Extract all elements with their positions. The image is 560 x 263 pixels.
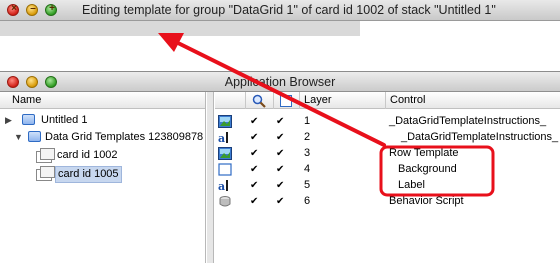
layer-number: 4 xyxy=(304,163,311,175)
controls-list-pane: Layer Control ✔ ✔ 1 _DataGridTemplateIns… xyxy=(215,92,560,263)
control-column-header[interactable]: Control xyxy=(385,92,560,109)
control-row[interactable]: a ✔ ✔ 5 Label xyxy=(215,178,560,193)
disclosure-expanded-icon[interactable]: ▼ xyxy=(14,130,23,145)
name-column-header[interactable]: Name xyxy=(0,92,205,109)
layer-number: 5 xyxy=(304,179,311,191)
close-button[interactable]: × xyxy=(7,3,19,16)
tree-item-label: Untitled 1 xyxy=(41,114,88,126)
visible-check[interactable]: ✔ xyxy=(250,146,258,161)
layer-number: 1 xyxy=(304,115,311,127)
selected-check[interactable]: ✔ xyxy=(276,130,284,145)
browser-title: Application Browser xyxy=(224,75,336,89)
card-icon xyxy=(36,148,55,163)
button-icon xyxy=(219,196,231,207)
tree-item-label: Data Grid Templates 123809878 xyxy=(45,131,204,143)
minimize-button[interactable]: – xyxy=(26,3,38,16)
pane-splitter[interactable] xyxy=(207,92,214,263)
svg-text:a: a xyxy=(218,180,225,192)
template-window-body xyxy=(0,21,360,36)
selected-check[interactable]: ✔ xyxy=(276,162,284,177)
image-icon xyxy=(218,115,232,128)
selected-check[interactable]: ✔ xyxy=(276,178,284,193)
field-icon: a xyxy=(218,180,228,192)
template-window-title: Editing template for group "DataGrid 1" … xyxy=(82,3,496,17)
controls-list-header: Layer Control xyxy=(215,92,560,109)
application-browser-window: Application Browser Name ▶ Untitled 1 ▼ … xyxy=(0,71,560,263)
layer-number: 6 xyxy=(304,195,311,207)
selected-check[interactable]: ✔ xyxy=(276,146,284,161)
control-row[interactable]: ✔ ✔ 1 _DataGridTemplateInstructions_ xyxy=(215,114,560,129)
stack-window-icon xyxy=(22,114,35,125)
control-name: Behavior Script xyxy=(389,195,464,207)
control-name: Label xyxy=(398,179,425,191)
tree-item-label: card id 1005 xyxy=(55,166,122,183)
selected-check[interactable]: ✔ xyxy=(276,194,284,209)
control-row[interactable]: ✔ ✔ 4 Background xyxy=(215,162,560,177)
type-column-header[interactable] xyxy=(215,92,245,109)
selected-column-header[interactable] xyxy=(273,92,299,109)
control-row[interactable]: ✔ ✔ 3 Row Template xyxy=(215,146,560,161)
visible-check[interactable]: ✔ xyxy=(250,194,258,209)
layer-column-header[interactable]: Layer xyxy=(299,92,385,109)
visible-check[interactable]: ✔ xyxy=(250,130,258,145)
disclosure-collapsed-icon[interactable]: ▶ xyxy=(5,113,12,128)
image-icon xyxy=(218,147,232,160)
visible-check[interactable]: ✔ xyxy=(250,114,258,129)
template-window: × – + Editing template for group "DataGr… xyxy=(0,0,560,58)
zoom-button[interactable]: + xyxy=(45,3,57,16)
checkbox-icon xyxy=(280,95,292,107)
magnifier-icon xyxy=(252,94,266,108)
stack-tree-pane: Name ▶ Untitled 1 ▼ Data Grid Templates … xyxy=(0,92,206,263)
visible-column-header[interactable] xyxy=(245,92,273,109)
control-name: Background xyxy=(398,163,457,175)
layer-number: 2 xyxy=(304,131,311,143)
control-row[interactable]: ✔ ✔ 6 Behavior Script xyxy=(215,194,560,209)
graphic-icon xyxy=(218,163,232,176)
control-name: _DataGridTemplateInstructions_ xyxy=(401,131,559,143)
browser-titlebar[interactable]: Application Browser xyxy=(0,72,560,92)
tree-item-label: card id 1002 xyxy=(57,149,118,161)
field-icon: a xyxy=(218,132,228,144)
control-name: Row Template xyxy=(389,147,459,159)
visible-check[interactable]: ✔ xyxy=(250,162,258,177)
control-name: _DataGridTemplateInstructions_ xyxy=(389,115,547,127)
svg-text:a: a xyxy=(218,132,225,144)
stack-window-icon xyxy=(28,131,41,142)
layer-number: 3 xyxy=(304,147,311,159)
template-window-titlebar[interactable]: × – + Editing template for group "DataGr… xyxy=(0,0,560,21)
selected-check[interactable]: ✔ xyxy=(276,114,284,129)
card-icon xyxy=(36,166,55,181)
visible-check[interactable]: ✔ xyxy=(250,178,258,193)
control-row[interactable]: a ✔ ✔ 2 _DataGridTemplateInstructions_ xyxy=(215,130,560,145)
